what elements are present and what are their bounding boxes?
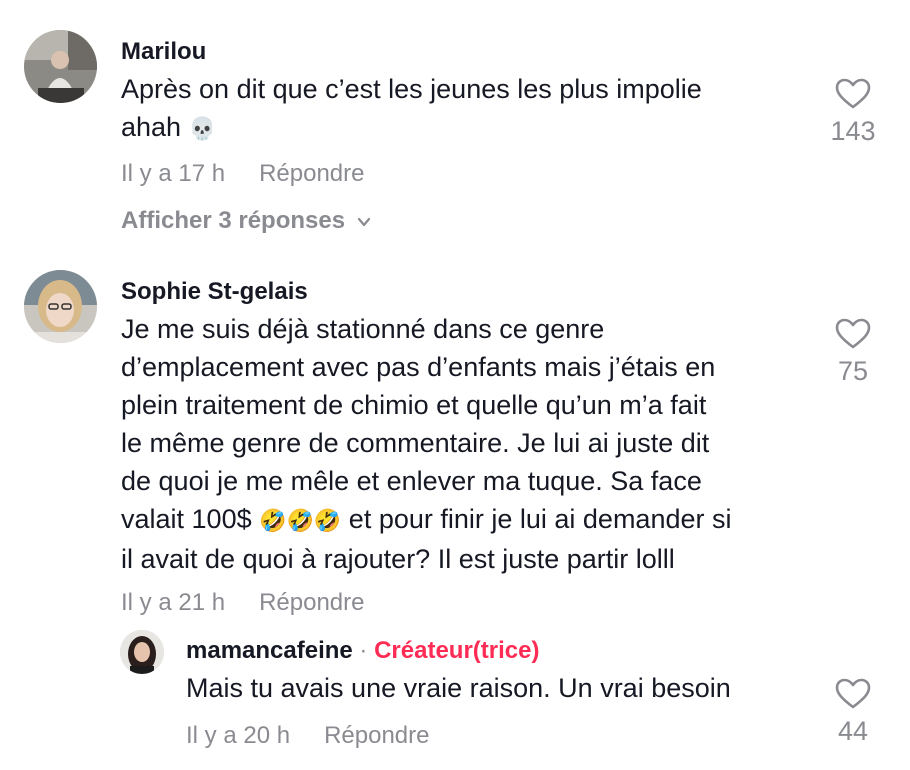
heart-outline-icon (835, 78, 871, 109)
comment-text-line: il avait de quoi à rajouter? Il est just… (121, 543, 675, 574)
comment-text-line: Je me suis déjà stationné dans ce genre (121, 314, 605, 344)
avatar[interactable] (24, 30, 97, 103)
avatar[interactable] (120, 630, 164, 674)
like-count: 75 (837, 356, 869, 386)
reply-username-line: mamancafeine · Créateur(trice) (186, 637, 539, 665)
comment-meta: Il y a 17 h Répondre (121, 160, 364, 188)
view-replies-label: Afficher 3 réponses (121, 207, 346, 234)
timestamp: Il y a 17 h (121, 160, 226, 187)
comment-text-line: plein traitement de chimio et quelle qu’… (121, 390, 707, 420)
like-button[interactable]: 143 (813, 78, 893, 147)
comment-text-line: ahah 💀 (121, 112, 216, 142)
avatar[interactable] (24, 270, 97, 343)
reply-meta: Il y a 20 h Répondre (186, 722, 429, 750)
creator-badge: Créateur(trice) (374, 637, 540, 664)
comment-text-line: Après on dit que c’est les jeunes les pl… (121, 74, 702, 104)
comment-text-line: le même genre de commentaire. Je lui ai … (121, 428, 710, 458)
comment-text-line: valait 100$ 🤣🤣🤣 et pour finir je lui ai … (121, 504, 732, 534)
heart-outline-icon (835, 318, 871, 349)
comment-meta: Il y a 21 h Répondre (121, 589, 364, 617)
rofl-emoji: 🤣🤣🤣 (259, 507, 342, 533)
comment-text: Je me suis déjà stationné dans ce genre … (121, 310, 732, 578)
timestamp: Il y a 21 h (121, 589, 226, 616)
reply-button[interactable]: Répondre (259, 160, 364, 187)
reply-text: Mais tu avais une vraie raison. Un vrai … (186, 673, 731, 703)
like-count: 143 (830, 116, 876, 146)
timestamp: Il y a 20 h (186, 722, 291, 749)
comment-username[interactable]: Marilou (121, 38, 206, 66)
reply-button[interactable]: Répondre (259, 589, 364, 616)
like-button[interactable]: 75 (813, 318, 893, 387)
like-count: 44 (837, 716, 869, 746)
like-button[interactable]: 44 (813, 678, 893, 747)
comment-username[interactable]: Sophie St-gelais (121, 278, 308, 306)
comment-text: Après on dit que c’est les jeunes les pl… (121, 70, 702, 148)
reply-username[interactable]: mamancafeine (186, 637, 353, 664)
heart-outline-icon (835, 678, 871, 709)
comment-text-line: de quoi je me mêle et enlever ma tuque. … (121, 466, 702, 496)
reply-button[interactable]: Répondre (324, 722, 429, 749)
comment-text-line: d’emplacement avec pas d’enfants mais j’… (121, 352, 716, 382)
chevron-down-icon (357, 217, 371, 226)
view-replies-button[interactable]: Afficher 3 réponses (121, 207, 371, 235)
separator: · (352, 637, 375, 664)
skull-emoji: 💀 (188, 115, 216, 141)
